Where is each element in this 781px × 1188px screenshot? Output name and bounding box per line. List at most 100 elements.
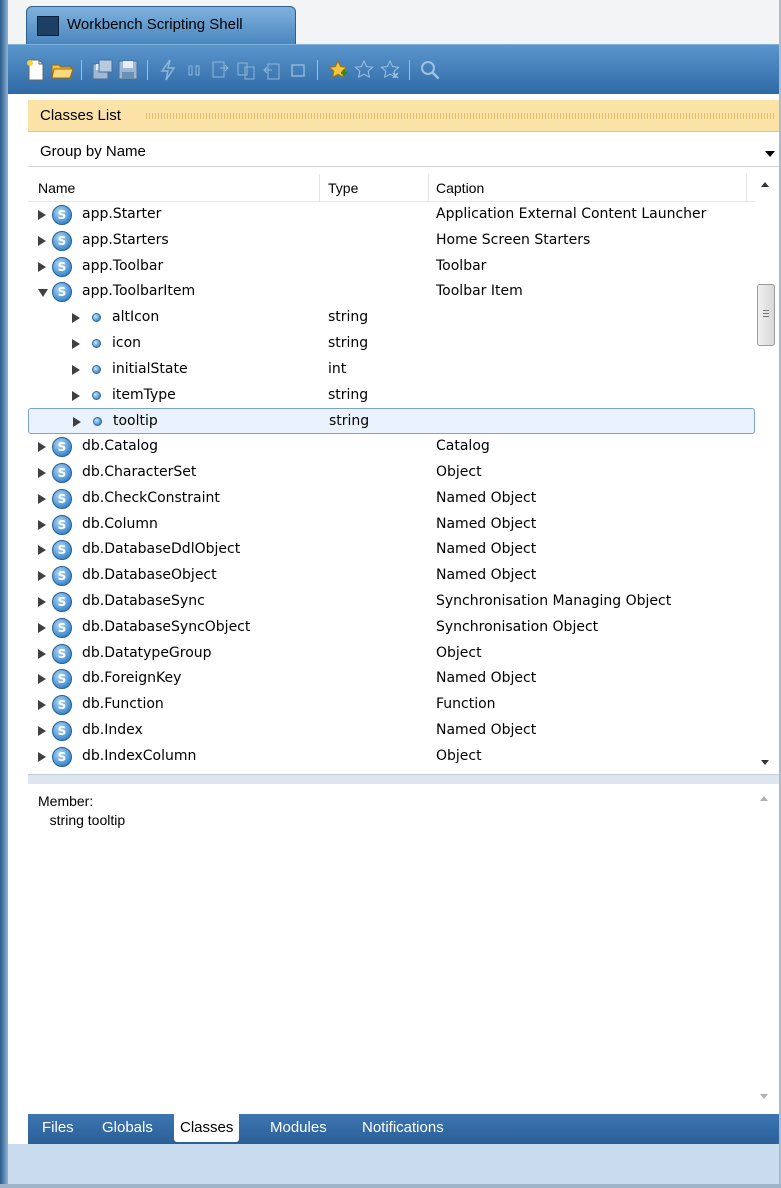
row-caption: Named Object (436, 722, 537, 738)
column-divider[interactable] (428, 174, 429, 202)
class-row[interactable]: Sdb.IndexColumn Object (28, 744, 755, 770)
expand-arrow-icon[interactable] (38, 751, 46, 762)
row-name: app.Starters (82, 231, 169, 248)
pause-icon[interactable] (182, 58, 206, 82)
expand-arrow-icon[interactable] (38, 571, 46, 582)
class-row[interactable]: Sdb.Function Function (28, 692, 755, 718)
bookmark-icon[interactable] (352, 58, 376, 82)
new-file-icon[interactable] (24, 58, 48, 82)
add-bookmark-icon[interactable] (326, 58, 350, 82)
class-row[interactable]: Sapp.ToolbarItem Toolbar Item (28, 279, 755, 305)
row-caption: Function (436, 696, 496, 713)
row-name: db.Function (82, 696, 164, 713)
tab-globals[interactable]: Globals (96, 1114, 159, 1142)
scroll-up-arrow-icon[interactable] (760, 796, 768, 801)
panel-splitter[interactable] (28, 774, 779, 784)
header-grip[interactable] (146, 113, 775, 119)
run-icon[interactable] (156, 58, 180, 82)
column-divider[interactable] (746, 174, 747, 202)
member-scrollbar[interactable] (753, 784, 775, 1114)
classes-list-header: Classes List (28, 100, 779, 132)
member-icon (92, 364, 101, 374)
scrollbar-thumb[interactable] (757, 284, 775, 346)
step-into-icon[interactable] (208, 58, 232, 82)
row-name: db.DatabaseSync (82, 593, 205, 609)
class-row[interactable]: Sdb.ForeignKey Named Object (28, 666, 755, 692)
class-row[interactable]: Sdb.Column Named Object (28, 512, 755, 538)
expand-arrow-icon[interactable] (38, 726, 46, 736)
row-name: db.Catalog (82, 438, 158, 455)
row-caption: Catalog (436, 438, 490, 455)
expand-arrow-icon[interactable] (72, 390, 80, 401)
member-row[interactable]: icon string (28, 331, 755, 357)
expand-arrow-icon[interactable] (38, 648, 46, 659)
stop-icon[interactable] (286, 58, 310, 82)
column-divider[interactable] (319, 174, 320, 202)
step-over-icon[interactable] (234, 58, 258, 82)
classes-tree: Name Type Caption Sapp.Starter Applicatio… (28, 174, 779, 774)
class-row[interactable]: Sdb.DatatypeGroup Object (28, 641, 755, 667)
title-tab[interactable]: Workbench Scripting Shell (26, 6, 296, 44)
class-icon: S (52, 669, 72, 690)
expand-arrow-icon[interactable] (38, 519, 46, 530)
expand-arrow-icon[interactable] (72, 364, 80, 375)
class-row[interactable]: Sdb.DatabaseSyncObject Synchronisation Ob… (28, 615, 755, 641)
group-by-dropdown[interactable]: Group by Name (28, 137, 779, 167)
expand-arrow-icon[interactable] (38, 210, 46, 220)
expand-arrow-icon[interactable] (73, 417, 81, 428)
scroll-down-arrow-icon[interactable] (761, 760, 769, 765)
class-row[interactable]: Sdb.Index Named Object (28, 718, 755, 744)
class-row[interactable]: Sdb.CharacterSet Object (28, 460, 755, 486)
expand-arrow-icon[interactable] (38, 235, 46, 246)
row-name: db.ForeignKey (82, 670, 182, 687)
tab-notifications[interactable]: Notifications (356, 1114, 450, 1142)
column-type[interactable]: Type (328, 180, 358, 196)
column-caption[interactable]: Caption (436, 180, 484, 196)
class-row[interactable]: Sapp.Toolbar Toolbar (28, 254, 755, 280)
expand-arrow-icon[interactable] (72, 313, 80, 324)
open-folder-icon[interactable] (50, 58, 74, 82)
class-row[interactable]: Sdb.Catalog Catalog (28, 434, 755, 460)
title-bar: Workbench Scripting Shell (8, 0, 779, 44)
class-row[interactable]: Sdb.DatabaseDdlObject Named Object (28, 537, 755, 563)
expand-arrow-icon[interactable] (38, 622, 46, 633)
expand-arrow-icon[interactable] (38, 674, 46, 685)
class-row[interactable]: Sdb.DatabaseObject Named Object (28, 563, 755, 589)
class-row[interactable]: Sapp.Starter Application External Content… (28, 202, 755, 228)
tab-modules[interactable]: Modules (264, 1114, 333, 1142)
expand-arrow-icon[interactable] (38, 597, 46, 607)
column-name[interactable]: Name (38, 180, 75, 196)
expand-arrow-icon[interactable] (72, 339, 80, 349)
save-as-icon[interactable] (90, 58, 114, 82)
tree-scrollbar[interactable] (755, 174, 777, 774)
remove-bookmark-icon[interactable] (378, 58, 402, 82)
collapse-arrow-icon[interactable] (38, 289, 48, 298)
member-info-text: Member: string tooltip (38, 792, 125, 830)
class-row[interactable]: Sdb.CheckConstraint Named Object (28, 486, 755, 512)
scroll-down-arrow-icon[interactable] (760, 1094, 768, 1099)
workbench-app-icon (37, 16, 59, 36)
row-name: itemType (112, 386, 176, 403)
tab-files[interactable]: Files (36, 1114, 80, 1142)
expand-arrow-icon[interactable] (38, 545, 46, 556)
member-icon (93, 417, 102, 427)
expand-arrow-icon[interactable] (38, 442, 46, 453)
row-caption: Synchronisation Managing Object (436, 593, 672, 609)
member-row[interactable]: itemType string (28, 383, 755, 409)
expand-arrow-icon[interactable] (38, 493, 46, 504)
tab-classes[interactable]: Classes (174, 1114, 240, 1142)
scroll-up-arrow-icon[interactable] (761, 182, 769, 187)
class-row[interactable]: Sapp.Starters Home Screen Starters (28, 228, 755, 254)
chevron-down-icon[interactable] (765, 151, 775, 157)
step-out-icon[interactable] (260, 58, 284, 82)
expand-arrow-icon[interactable] (38, 468, 46, 478)
member-row[interactable]: tooltip string (28, 408, 755, 435)
save-icon[interactable] (116, 58, 140, 82)
class-row[interactable]: Sdb.DatabaseSync Synchronisation Managing… (28, 589, 755, 615)
expand-arrow-icon[interactable] (38, 261, 46, 272)
class-icon: S (52, 488, 72, 509)
search-icon[interactable] (418, 58, 442, 82)
expand-arrow-icon[interactable] (38, 700, 46, 711)
member-row[interactable]: initialState int (28, 357, 755, 383)
member-row[interactable]: altIcon string (28, 305, 755, 331)
